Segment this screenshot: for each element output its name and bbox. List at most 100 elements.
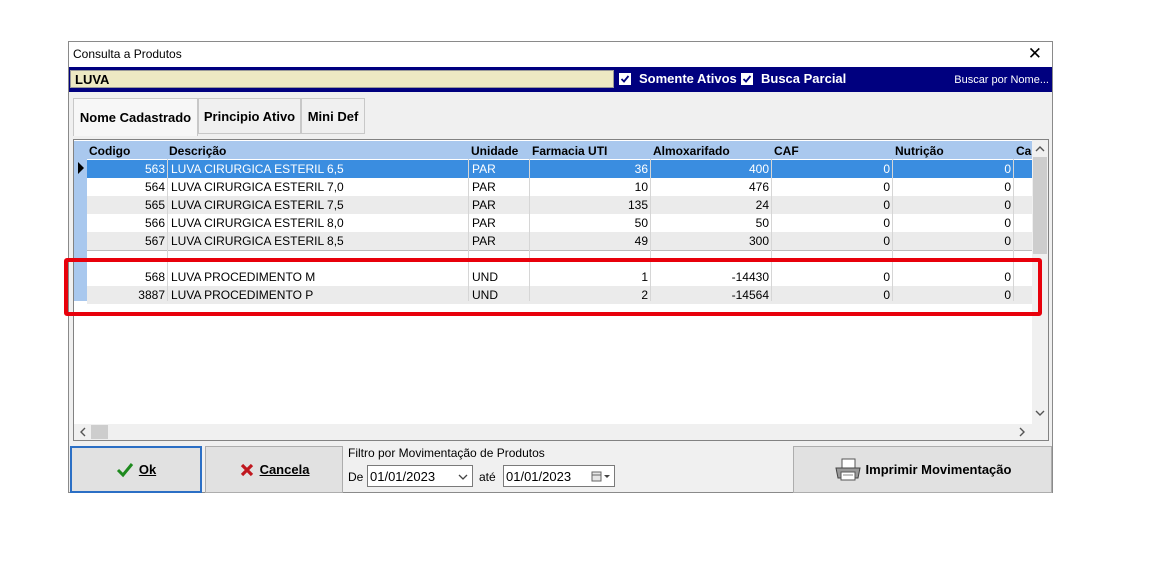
busca-parcial-label[interactable]: Busca Parcial	[761, 71, 846, 86]
cell-codigo: 563	[144, 162, 165, 176]
column-divider	[650, 159, 651, 301]
tab-principio-ativo[interactable]: Principio Ativo	[198, 98, 301, 134]
scroll-down-icon[interactable]	[1032, 406, 1048, 420]
tab-label: Nome Cadastrado	[79, 110, 192, 125]
table-row[interactable]: 568 LUVA PROCEDIMENTO M UND 1 -14430 0 0	[87, 268, 1032, 286]
horizontal-scrollbar[interactable]	[74, 424, 1048, 440]
vertical-scroll-thumb[interactable]	[1033, 157, 1047, 254]
cancela-button[interactable]: Cancela	[205, 446, 343, 493]
cell-caf: 0	[883, 270, 890, 284]
cell-unidade: PAR	[472, 198, 496, 212]
cell-farmacia-uti: 49	[634, 234, 648, 248]
cell-nutricao: 0	[1004, 234, 1011, 248]
cell-nutricao: 0	[1004, 216, 1011, 230]
date-de-field[interactable]: 01/01/2023	[367, 465, 473, 487]
tab-label: Principio Ativo	[203, 108, 296, 124]
table-row[interactable]: 563 LUVA CIRURGICA ESTERIL 6,5 PAR 36 400 0 0	[87, 160, 1032, 178]
cell-farmacia-uti: 135	[627, 198, 648, 212]
cell-descricao: LUVA CIRURGICA ESTERIL 8,0	[171, 216, 344, 230]
cell-nutricao: 0	[1004, 270, 1011, 284]
cancela-button-label: Cancela	[259, 462, 310, 477]
cell-caf: 0	[883, 288, 890, 302]
cell-farmacia-uti: 2	[641, 288, 648, 302]
cell-almoxarifado: -14430	[731, 270, 769, 284]
column-divider	[771, 159, 772, 301]
cell-unidade: UND	[472, 270, 498, 284]
somente-ativos-label[interactable]: Somente Ativos	[639, 71, 737, 86]
cell-caf: 0	[883, 198, 890, 212]
busca-parcial-checkbox[interactable]	[741, 73, 753, 85]
cell-unidade: PAR	[472, 180, 496, 194]
close-icon[interactable]: ✕	[1028, 44, 1042, 64]
scroll-left-icon[interactable]	[76, 424, 90, 440]
tab-mini-def[interactable]: Mini Def	[301, 98, 365, 134]
calendar-icon[interactable]	[591, 471, 611, 483]
column-header-ca[interactable]: Ca	[1016, 144, 1031, 158]
date-ate-field[interactable]: 01/01/2023	[503, 465, 615, 487]
cell-descricao: LUVA CIRURGICA ESTERIL 8,5	[171, 234, 344, 248]
cell-unidade: PAR	[472, 162, 496, 176]
ok-button[interactable]: Ok	[70, 446, 202, 493]
filtro-movimentacao-title: Filtro por Movimentação de Produtos	[348, 446, 545, 460]
cell-unidade: PAR	[472, 216, 496, 230]
cell-codigo: 565	[144, 198, 165, 212]
cell-codigo: 564	[144, 180, 165, 194]
table-row[interactable]: 565 LUVA CIRURGICA ESTERIL 7,5 PAR 135 24 0 0	[87, 196, 1032, 214]
scroll-right-icon[interactable]	[1015, 424, 1029, 440]
buscar-por-nome-link[interactable]: Buscar por Nome...	[954, 74, 1049, 86]
table-row[interactable]: 564 LUVA CIRURGICA ESTERIL 7,0 PAR 10 476 0 0	[87, 178, 1032, 196]
column-header-caf[interactable]: CAF	[774, 144, 799, 158]
ate-label: até	[479, 470, 496, 484]
table-row[interactable]: 3887 LUVA PROCEDIMENTO P UND 2 -14564 0 0	[87, 286, 1032, 304]
column-header-codigo[interactable]: Codigo	[89, 144, 130, 158]
column-header-farmacia-uti[interactable]: Farmacia UTI	[532, 144, 607, 158]
cell-unidade: PAR	[472, 234, 496, 248]
cell-descricao: LUVA CIRURGICA ESTERIL 7,0	[171, 180, 344, 194]
row-pointer-icon	[78, 162, 84, 174]
cell-codigo: 566	[144, 216, 165, 230]
cell-caf: 0	[883, 234, 890, 248]
column-divider	[529, 159, 530, 301]
tab-nome-cadastrado[interactable]: Nome Cadastrado	[73, 98, 198, 136]
cell-codigo: 3887	[138, 288, 165, 302]
cell-nutricao: 0	[1004, 162, 1011, 176]
cell-nutricao: 0	[1004, 288, 1011, 302]
cell-descricao: LUVA CIRURGICA ESTERIL 6,5	[171, 162, 344, 176]
cell-farmacia-uti: 1	[641, 270, 648, 284]
cell-descricao: LUVA PROCEDIMENTO M	[171, 270, 316, 284]
grid-header: Codigo Descrição Unidade Farmacia UTI Al…	[74, 141, 1034, 159]
chevron-down-icon[interactable]	[457, 471, 469, 483]
vertical-scrollbar[interactable]	[1032, 140, 1048, 424]
search-input[interactable]	[70, 70, 614, 88]
column-header-nutricao[interactable]: Nutrição	[895, 144, 944, 158]
column-divider	[892, 159, 893, 301]
cell-farmacia-uti: 50	[634, 216, 648, 230]
checkbox-checked-icon	[742, 75, 752, 83]
cell-almoxarifado: 476	[748, 180, 769, 194]
partially-hidden-row	[87, 250, 1032, 255]
date-ate-value: 01/01/2023	[506, 469, 572, 484]
cell-caf: 0	[883, 162, 890, 176]
table-row[interactable]: 567 LUVA CIRURGICA ESTERIL 8,5 PAR 49 300 0 0	[87, 232, 1032, 250]
cell-almoxarifado: 300	[748, 234, 769, 248]
scroll-up-icon[interactable]	[1032, 142, 1048, 156]
somente-ativos-checkbox[interactable]	[619, 73, 631, 85]
column-header-unidade[interactable]: Unidade	[471, 144, 518, 158]
table-row[interactable]: 566 LUVA CIRURGICA ESTERIL 8,0 PAR 50 50 0 0	[87, 214, 1032, 232]
cell-nutricao: 0	[1004, 180, 1011, 194]
cell-caf: 0	[883, 180, 890, 194]
cell-codigo: 567	[144, 234, 165, 248]
column-header-descricao[interactable]: Descrição	[169, 144, 226, 158]
cell-descricao: LUVA CIRURGICA ESTERIL 7,5	[171, 198, 344, 212]
date-de-value: 01/01/2023	[370, 469, 436, 484]
printer-icon	[834, 458, 861, 480]
column-header-almoxarifado[interactable]: Almoxarifado	[653, 144, 730, 158]
title-bar: Consulta a Produtos ✕	[69, 42, 1052, 67]
imprimir-button-label: Imprimir Movimentação	[865, 462, 1012, 477]
horizontal-scroll-thumb[interactable]	[91, 425, 108, 439]
cell-unidade: UND	[472, 288, 498, 302]
x-icon	[240, 463, 253, 476]
imprimir-movimentacao-button[interactable]: Imprimir Movimentação	[793, 446, 1052, 493]
checkbox-checked-icon	[620, 75, 630, 83]
products-grid[interactable]: Codigo Descrição Unidade Farmacia UTI Al…	[73, 139, 1049, 441]
